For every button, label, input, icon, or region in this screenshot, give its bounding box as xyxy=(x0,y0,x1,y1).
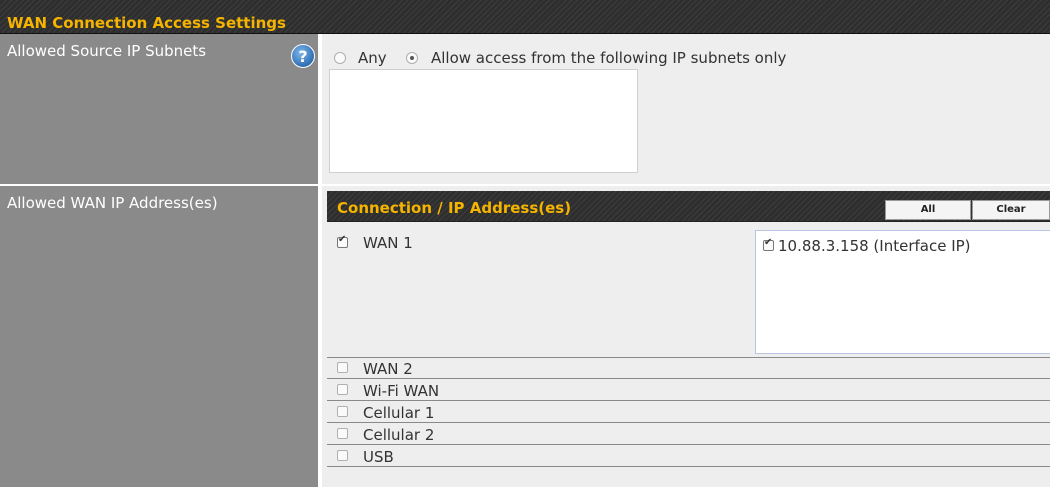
source-subnets-label-cell: Allowed Source IP Subnets xyxy=(0,34,322,186)
wan-row-cellular2: Cellular 2 xyxy=(327,424,1050,445)
wan-ips-value-cell: Connection / IP Address(es) All Clear WA… xyxy=(322,186,1050,487)
cellular2-checkbox[interactable] xyxy=(337,428,348,439)
source-subnets-value-cell: Any Allow access from the following IP s… xyxy=(322,34,1050,186)
cellular2-label: Cellular 2 xyxy=(363,426,435,444)
wan-row-cellular1: Cellular 1 xyxy=(327,402,1050,423)
wan1-ip-checkbox[interactable] xyxy=(763,237,774,251)
clear-button[interactable]: Clear xyxy=(972,200,1050,220)
wan1-ip-list: 10.88.3.158 (Interface IP) xyxy=(755,230,1050,354)
wan2-checkbox[interactable] xyxy=(337,362,348,373)
wan-ips-label-cell: Allowed WAN IP Address(es) xyxy=(0,186,322,487)
wan-row-usb: USB xyxy=(327,446,1050,467)
wan-table-title: Connection / IP Address(es) xyxy=(337,199,572,217)
wan-row-wifi-wan: Wi-Fi WAN xyxy=(327,380,1050,401)
cellular1-checkbox[interactable] xyxy=(337,406,348,417)
wan-row-wan2: WAN 2 xyxy=(327,358,1050,379)
wifi-wan-label: Wi-Fi WAN xyxy=(363,382,440,400)
wan-ips-label: Allowed WAN IP Address(es) xyxy=(7,194,218,212)
wan1-checkbox[interactable] xyxy=(337,234,348,248)
wifi-wan-checkbox[interactable] xyxy=(337,384,348,395)
wan1-label: WAN 1 xyxy=(363,234,413,252)
radio-allow-subnets-label[interactable]: Allow access from the following IP subne… xyxy=(431,49,786,67)
wan-connection-table: Connection / IP Address(es) All Clear WA… xyxy=(327,191,1050,487)
wan-row-wan1: WAN 1 10.88.3.158 (Interface IP) xyxy=(327,227,1050,358)
subnets-textarea[interactable] xyxy=(329,69,638,173)
wan-table-header: Connection / IP Address(es) All Clear xyxy=(327,191,1050,222)
radio-any[interactable] xyxy=(334,52,346,64)
source-subnets-label: Allowed Source IP Subnets xyxy=(7,42,207,60)
cellular1-label: Cellular 1 xyxy=(363,404,435,422)
section-title: WAN Connection Access Settings xyxy=(7,14,286,32)
wan1-ip-label: 10.88.3.158 (Interface IP) xyxy=(778,237,971,255)
wan2-label: WAN 2 xyxy=(363,360,413,378)
radio-allow-subnets[interactable] xyxy=(406,52,418,64)
radio-any-label[interactable]: Any xyxy=(358,49,387,67)
usb-label: USB xyxy=(363,448,394,466)
section-header: WAN Connection Access Settings xyxy=(0,0,1050,34)
help-icon[interactable]: ? xyxy=(291,44,315,68)
all-button[interactable]: All xyxy=(885,200,971,220)
usb-checkbox[interactable] xyxy=(337,450,348,461)
